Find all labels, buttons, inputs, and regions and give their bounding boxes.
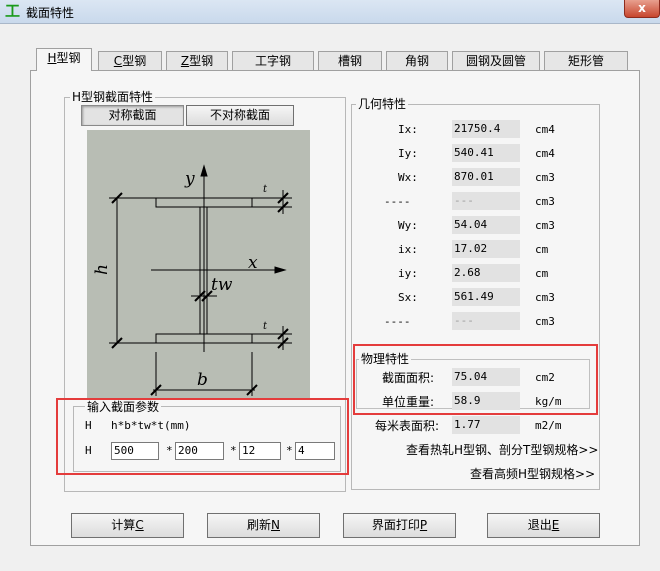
- surface-label: 每米表面积:: [375, 419, 440, 433]
- h-label: h: [92, 264, 112, 275]
- blank-unit: cm3: [535, 315, 555, 328]
- blank-value: ---: [452, 312, 520, 330]
- iy-value: 540.41: [452, 144, 520, 162]
- exit-button[interactable]: 退出E: [487, 513, 600, 538]
- blank-value: ---: [452, 192, 520, 210]
- tab-round-pipe[interactable]: 圆钢及圆管: [452, 51, 540, 71]
- section-group-title: H型钢截面特性: [70, 90, 156, 104]
- wy-value: 54.04: [452, 216, 520, 234]
- tw-label: tw: [211, 275, 233, 295]
- surface-value: 1.77: [452, 416, 520, 434]
- symmetric-section-button[interactable]: 对称截面: [81, 105, 184, 126]
- h-section-diagram: y x tw b h t t: [87, 130, 310, 399]
- sx-label: Sx:: [398, 291, 418, 304]
- t-top-label: t: [263, 184, 268, 195]
- sx-unit: cm3: [535, 291, 555, 304]
- tab-z-steel[interactable]: Z型钢: [166, 51, 228, 71]
- x-axis-label: x: [248, 253, 258, 273]
- ry-value: 2.68: [452, 264, 520, 282]
- sx-value: 561.49: [452, 288, 520, 306]
- ix-value: 21750.4: [452, 120, 520, 138]
- input-highlight-box: [56, 398, 349, 475]
- calculate-button[interactable]: 计算C: [71, 513, 184, 538]
- y-axis-label: y: [184, 169, 195, 189]
- t-bottom-label: t: [263, 321, 268, 332]
- tab-angle[interactable]: 角钢: [386, 51, 448, 71]
- asymmetric-section-button[interactable]: 不对称截面: [186, 105, 294, 126]
- wy-label: Wy:: [398, 219, 418, 232]
- geometry-group-title: 几何特性: [356, 97, 409, 111]
- wx-value: 870.01: [452, 168, 520, 186]
- high-freq-spec-link[interactable]: 查看高频H型钢规格>>: [470, 465, 595, 482]
- dialog-client: H型钢 C型钢 Z型钢 工字钢 槽钢 角钢 圆钢及圆管 矩形管 H型钢截面特性 …: [0, 0, 660, 571]
- h-section-drawing: y x tw b h t t: [92, 164, 292, 396]
- wx-unit: cm3: [535, 171, 555, 184]
- tab-channel[interactable]: 槽钢: [318, 51, 382, 71]
- ix-unit: cm4: [535, 123, 555, 136]
- physical-highlight-box: [353, 344, 598, 415]
- iy-label: Iy:: [398, 147, 418, 160]
- refresh-button[interactable]: 刷新N: [207, 513, 320, 538]
- tab-rect-tube[interactable]: 矩形管: [544, 51, 628, 71]
- iy-unit: cm4: [535, 147, 555, 160]
- rx-label: ix:: [398, 243, 418, 256]
- rx-unit: cm: [535, 243, 549, 256]
- tab-h-steel[interactable]: H型钢: [36, 48, 92, 71]
- wx-label: Wx:: [398, 171, 418, 184]
- ix-label: Ix:: [398, 123, 418, 136]
- ry-unit: cm: [535, 267, 549, 280]
- surface-unit: m2/m: [535, 419, 562, 432]
- hot-rolled-spec-link[interactable]: 查看热轧H型钢、剖分T型钢规格>>: [406, 441, 598, 458]
- ry-label: iy:: [398, 267, 418, 280]
- tab-c-steel[interactable]: C型钢: [98, 51, 162, 71]
- rx-value: 17.02: [452, 240, 520, 258]
- blank-label: ----: [384, 195, 411, 208]
- tab-i-beam[interactable]: 工字钢: [232, 51, 314, 71]
- b-label: b: [197, 370, 208, 390]
- print-button[interactable]: 界面打印P: [343, 513, 456, 538]
- blank-unit: cm3: [535, 195, 555, 208]
- blank-label: ----: [384, 315, 411, 328]
- wy-unit: cm3: [535, 219, 555, 232]
